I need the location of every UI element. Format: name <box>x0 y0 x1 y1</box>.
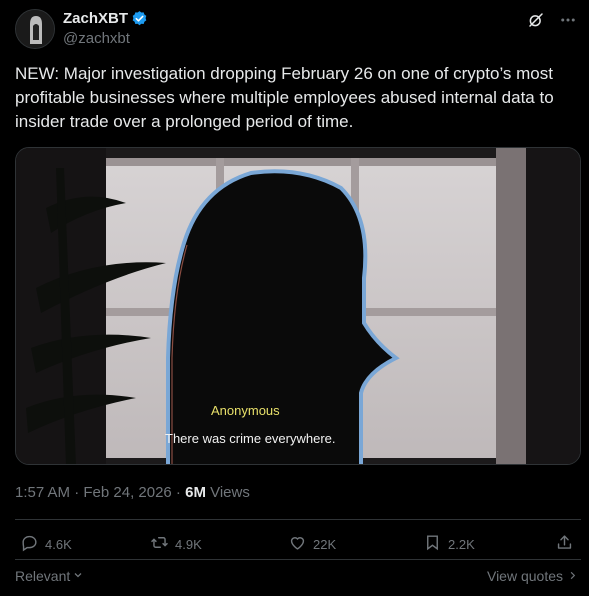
share-button[interactable] <box>555 533 574 555</box>
action-bar: 4.6K 4.9K 22K 2.2K <box>15 533 581 557</box>
header-actions <box>527 11 577 29</box>
divider <box>15 559 581 560</box>
video-caption-speaker: Anonymous <box>211 403 280 418</box>
repost-count: 4.9K <box>175 536 202 552</box>
more-icon[interactable] <box>559 11 577 29</box>
tweet-header: ZachXBT @zachxbt <box>15 8 577 49</box>
views-label: Views <box>205 484 250 501</box>
chevron-right-icon <box>567 568 578 584</box>
repost-icon <box>150 533 169 555</box>
author-name[interactable]: ZachXBT <box>63 10 128 27</box>
sort-label: Relevant <box>15 568 71 584</box>
grok-icon[interactable] <box>527 11 545 29</box>
like-button[interactable]: 22K <box>288 533 336 555</box>
repost-button[interactable]: 4.9K <box>150 533 202 555</box>
verified-badge-icon <box>131 10 148 27</box>
bookmark-button[interactable]: 2.2K <box>423 533 475 555</box>
video-caption-text: There was crime everywhere. <box>165 431 336 446</box>
divider <box>15 519 581 520</box>
like-icon <box>288 533 307 555</box>
bookmark-count: 2.2K <box>448 536 475 552</box>
timestamp[interactable]: 1:57 AM · Feb 24, 2026 · <box>15 484 185 501</box>
view-quotes-link[interactable]: View quotes <box>487 568 578 584</box>
avatar[interactable] <box>15 9 55 49</box>
tweet-text: NEW: Major investigation dropping Februa… <box>15 64 554 131</box>
chevron-down-icon <box>72 568 84 584</box>
sort-dropdown[interactable]: Relevant <box>15 568 84 584</box>
like-count: 22K <box>313 536 337 552</box>
reply-icon <box>20 533 39 555</box>
tweet-meta: 1:57 AM · Feb 24, 2026 · 6M Views <box>15 484 250 501</box>
share-icon <box>555 533 574 555</box>
reply-button[interactable]: 4.6K <box>20 533 72 555</box>
bookmark-icon <box>423 533 442 555</box>
author-name-row[interactable]: ZachXBT <box>63 10 148 27</box>
view-quotes-label: View quotes <box>486 568 563 584</box>
reply-count: 4.6K <box>45 536 72 552</box>
views-count: 6M <box>185 484 206 501</box>
author-handle[interactable]: @zachxbt <box>63 30 130 47</box>
media-image[interactable]: Anonymous There was crime everywhere. <box>15 147 581 465</box>
